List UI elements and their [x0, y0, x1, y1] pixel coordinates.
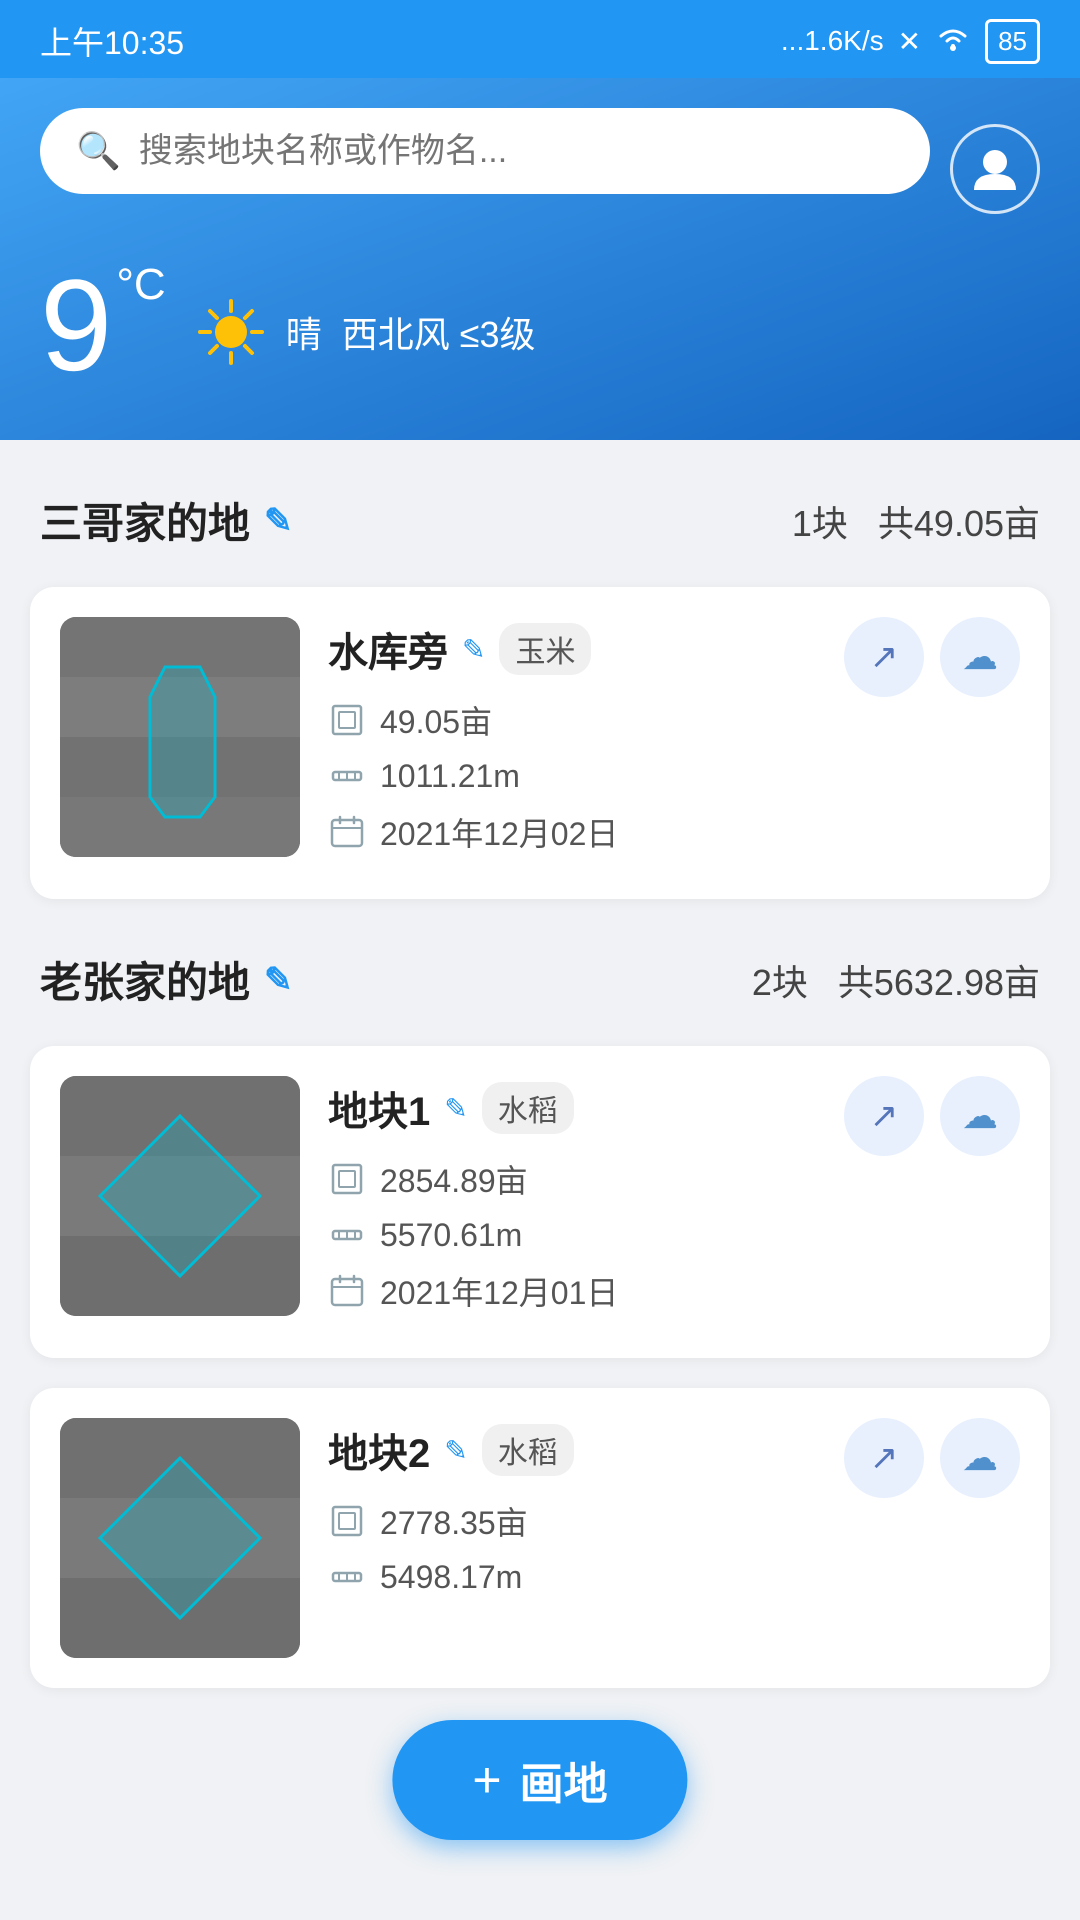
- action-buttons-1: ↗ ☁: [844, 617, 1020, 697]
- field-area-3: 2778.35亩: [380, 1498, 528, 1544]
- crop-tag-2: 水稻: [482, 1082, 574, 1134]
- calendar-icon-2: [328, 1272, 366, 1310]
- field-area-1: 49.05亩: [380, 697, 492, 743]
- main-content: 三哥家的地 ✎ 1块 共49.05亩: [0, 440, 1080, 1848]
- field-name-3: 地块2: [328, 1421, 430, 1479]
- group-edit-icon-2[interactable]: ✎: [264, 960, 293, 1000]
- weather-wind: 西北风 ≤3级: [342, 306, 536, 358]
- field-area-row-3: 2778.35亩: [328, 1498, 1020, 1544]
- ruler-icon-1: [328, 757, 366, 795]
- group-title-2: 老张家的地 ✎: [40, 949, 293, 1010]
- field-thumbnail-1: [60, 617, 300, 857]
- action-buttons-3: ↗ ☁: [844, 1418, 1020, 1498]
- field-perimeter-row-1: 1011.21m: [328, 757, 1020, 795]
- field-name-row-1: 水库旁 ✎ 玉米: [328, 620, 591, 678]
- field-date-2: 2021年12月01日: [380, 1268, 618, 1314]
- area-icon-2: [328, 1160, 366, 1198]
- weather-info: 晴 西北风 ≤3级: [196, 297, 536, 367]
- field-edit-icon-1[interactable]: ✎: [462, 633, 485, 666]
- hero-section: 🔍 9 °C: [0, 78, 1080, 440]
- share-button-3[interactable]: ↗: [844, 1418, 924, 1498]
- field-name-row-3: 地块2 ✎ 水稻: [328, 1421, 574, 1479]
- status-right: ...1.6K/s ✕ 85: [781, 19, 1040, 64]
- field-info-1: 水库旁 ✎ 玉米 ↗ ☁ 49.05亩 1011.21m: [328, 617, 1020, 869]
- weather-condition: 晴: [286, 306, 322, 358]
- field-area-row-1: 49.05亩: [328, 697, 1020, 743]
- field-info-2: 地块1 ✎ 水稻 ↗ ☁ 2854.89亩 5570.61m: [328, 1076, 1020, 1328]
- crop-tag-3: 水稻: [482, 1424, 574, 1476]
- ruler-icon-2: [328, 1216, 366, 1254]
- area-icon-1: [328, 701, 366, 739]
- fab-container: + 画地: [392, 1720, 687, 1840]
- sun-icon: [196, 297, 266, 367]
- action-buttons-2: ↗ ☁: [844, 1076, 1020, 1156]
- share-button-2[interactable]: ↗: [844, 1076, 924, 1156]
- field-area-row-2: 2854.89亩: [328, 1156, 1020, 1202]
- ruler-icon-3: [328, 1558, 366, 1596]
- group-title-1: 三哥家的地 ✎: [40, 490, 293, 551]
- field-name-row-2: 地块1 ✎ 水稻: [328, 1079, 574, 1137]
- field-info-3: 地块2 ✎ 水稻 ↗ ☁ 2778.35亩 5498.17m: [328, 1418, 1020, 1610]
- field-perimeter-2: 5570.61m: [380, 1217, 522, 1254]
- draw-field-button[interactable]: + 画地: [392, 1720, 687, 1840]
- search-bar[interactable]: 🔍: [40, 108, 930, 194]
- group-stats-2: 2块 共5632.98亩: [752, 954, 1040, 1006]
- wifi-icon: [935, 24, 971, 59]
- field-thumbnail-2: [60, 1076, 300, 1316]
- field-edit-icon-3[interactable]: ✎: [444, 1434, 467, 1467]
- area-icon-3: [328, 1502, 366, 1540]
- cloud-button-1[interactable]: ☁: [940, 617, 1020, 697]
- share-button-1[interactable]: ↗: [844, 617, 924, 697]
- field-name-2: 地块1: [328, 1079, 430, 1137]
- crop-tag-1: 玉米: [499, 623, 591, 675]
- field-perimeter-1: 1011.21m: [380, 758, 520, 795]
- field-card-2: 地块1 ✎ 水稻 ↗ ☁ 2854.89亩 5570.61m: [30, 1046, 1050, 1358]
- group-stats-1: 1块 共49.05亩: [792, 495, 1040, 547]
- temp-unit: °C: [116, 260, 165, 310]
- field-card-3: 地块2 ✎ 水稻 ↗ ☁ 2778.35亩 5498.17m: [30, 1388, 1050, 1688]
- field-perimeter-row-2: 5570.61m: [328, 1216, 1020, 1254]
- user-avatar[interactable]: [950, 124, 1040, 214]
- status-time: 上午10:35: [40, 18, 184, 64]
- draw-button-label: 画地: [520, 1748, 608, 1812]
- field-date-row-1: 2021年12月02日: [328, 809, 1020, 855]
- search-input[interactable]: [139, 132, 894, 171]
- cloud-button-2[interactable]: ☁: [940, 1076, 1020, 1156]
- temperature: 9: [40, 260, 112, 390]
- group-header-2: 老张家的地 ✎ 2块 共5632.98亩: [30, 929, 1050, 1030]
- field-name-1: 水库旁: [328, 620, 448, 678]
- calendar-icon-1: [328, 813, 366, 851]
- signal-icon: ✕: [898, 25, 921, 58]
- field-thumbnail-3: [60, 1418, 300, 1658]
- field-area-2: 2854.89亩: [380, 1156, 528, 1202]
- field-date-row-2: 2021年12月01日: [328, 1268, 1020, 1314]
- battery-icon: 85: [985, 19, 1040, 64]
- status-bar: 上午10:35 ...1.6K/s ✕ 85: [0, 0, 1080, 78]
- search-icon: 🔍: [76, 130, 121, 172]
- field-perimeter-row-3: 5498.17m: [328, 1558, 1020, 1596]
- cloud-button-3[interactable]: ☁: [940, 1418, 1020, 1498]
- group-edit-icon-1[interactable]: ✎: [264, 501, 293, 541]
- field-perimeter-3: 5498.17m: [380, 1559, 522, 1596]
- group-header-1: 三哥家的地 ✎ 1块 共49.05亩: [30, 470, 1050, 571]
- weather-section: 9 °C 晴 西北风 ≤3级: [40, 260, 1040, 390]
- network-speed: ...1.6K/s: [781, 25, 884, 57]
- field-edit-icon-2[interactable]: ✎: [444, 1092, 467, 1125]
- draw-plus-icon: +: [472, 1751, 501, 1809]
- field-card-1: 水库旁 ✎ 玉米 ↗ ☁ 49.05亩 1011.21m: [30, 587, 1050, 899]
- field-date-1: 2021年12月02日: [380, 809, 618, 855]
